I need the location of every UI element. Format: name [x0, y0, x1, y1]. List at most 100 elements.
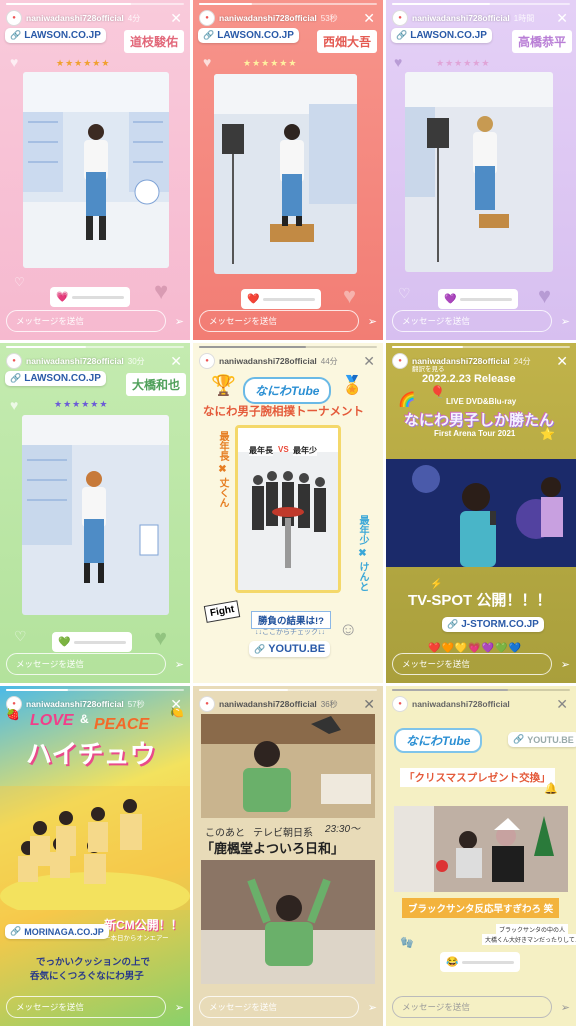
username[interactable]: naniwadanshi728official: [26, 699, 124, 709]
heart-icon: ♥: [203, 54, 212, 70]
story-header: ● naniwadanshi728official 57秒 ✕: [6, 695, 184, 713]
link-sticker[interactable]: 🔗 YOUTU.BE: [508, 732, 576, 747]
slider-track[interactable]: [263, 297, 315, 301]
message-input[interactable]: メッセージを送信: [6, 996, 166, 1018]
close-icon[interactable]: ✕: [556, 9, 568, 27]
story-live-dvd[interactable]: ● naniwadanshi728official 24分 ✕ 翻訳を見る 20…: [386, 343, 576, 683]
send-icon[interactable]: ➢: [175, 315, 184, 328]
story-michieda[interactable]: ● naniwadanshi728official 4分 ✕ 🔗 LAWSON.C…: [0, 0, 190, 340]
story-rokufudo[interactable]: ● naniwadanshi728official 36秒 ✕ このあと テレビ…: [193, 686, 383, 1026]
story-takahashi[interactable]: ● naniwadanshi728official 1時間 ✕ 🔗 LAWSON.…: [386, 0, 576, 340]
member-photo: [214, 74, 357, 274]
member-photo: [23, 72, 169, 268]
story-christmas[interactable]: ● naniwadanshi728official ✕ なにわTube 🔗 YOU…: [386, 686, 576, 1026]
story-ohashi[interactable]: ● naniwadanshi728official 30分 ✕ 🔗 LAWSON.…: [0, 343, 190, 683]
username[interactable]: naniwadanshi728official: [26, 356, 124, 366]
link-sticker[interactable]: 🔗 J-STORM.CO.JP: [442, 617, 544, 632]
close-icon[interactable]: ✕: [556, 352, 568, 370]
message-input[interactable]: メッセージを送信: [199, 310, 359, 332]
send-icon[interactable]: ➢: [561, 1001, 570, 1014]
message-input[interactable]: メッセージを送信: [392, 996, 552, 1018]
link-sticker[interactable]: 🔗 LAWSON.CO.JP: [5, 371, 106, 386]
avatar[interactable]: ●: [392, 696, 408, 712]
drama-photo-bottom: [201, 860, 375, 984]
rating-stars: ★★★★★★: [56, 58, 111, 68]
result-sublabel: ↓↓ここからチェック↓↓: [255, 629, 325, 636]
close-icon[interactable]: ✕: [170, 9, 182, 27]
story-nishihata[interactable]: ● naniwadanshi728official 53秒 ✕ 🔗 LAWSON.…: [193, 0, 383, 340]
username[interactable]: naniwadanshi728official: [219, 13, 317, 23]
rating-stars: ★★★★★★: [54, 399, 109, 409]
message-input[interactable]: メッセージを送信: [6, 310, 166, 332]
story-header: ● naniwadanshi728official 4分 ✕: [6, 9, 184, 27]
username[interactable]: naniwadanshi728official: [219, 356, 317, 366]
story-header: ● naniwadanshi728official 44分 ✕: [199, 352, 377, 370]
slider-track[interactable]: [74, 640, 126, 644]
release-title: なにわ男子しか勝たん: [404, 412, 555, 429]
message-input[interactable]: メッセージを送信: [6, 653, 166, 675]
progress-bar: [392, 346, 570, 348]
emoji-slider[interactable]: 💗: [50, 287, 130, 307]
translate-link[interactable]: 翻訳を見る: [412, 363, 445, 373]
link-sticker[interactable]: 🔗 LAWSON.CO.JP: [391, 28, 492, 43]
story-hi-chew[interactable]: ● naniwadanshi728official 57秒 ✕ 🍓 LOVE &…: [0, 686, 190, 1026]
rating-stars: ★★★★★★: [436, 58, 491, 68]
slider-track[interactable]: [72, 295, 124, 299]
emoji-slider[interactable]: ❤️: [241, 289, 321, 309]
heart-icon: ♡: [14, 628, 27, 644]
timestamp: 44分: [320, 356, 338, 366]
close-icon[interactable]: ✕: [170, 352, 182, 370]
username[interactable]: naniwadanshi728official: [26, 13, 124, 23]
message-input[interactable]: メッセージを送信: [392, 310, 552, 332]
send-icon[interactable]: ➢: [175, 1001, 184, 1014]
new-cm-label: 新CM公開！！: [104, 918, 183, 932]
balloon-icon: 🎈: [430, 385, 445, 399]
close-icon[interactable]: ✕: [363, 9, 375, 27]
story-naniwatube-armwrestling[interactable]: ● naniwadanshi728official 44分 ✕ 🏆 🏅 なにわT…: [193, 343, 383, 683]
after-label: このあと: [205, 828, 245, 839]
slider-track[interactable]: [462, 960, 514, 964]
story-header: ● naniwadanshi728official 30分 ✕: [6, 352, 184, 370]
close-icon[interactable]: ✕: [556, 695, 568, 713]
product-name: ハイチュウ: [26, 739, 156, 769]
link-sticker[interactable]: 🔗 YOUTU.BE: [249, 641, 331, 657]
oldest-tag: 最年長 ✖ 丈くん: [217, 431, 228, 508]
message-input[interactable]: メッセージを送信: [392, 653, 552, 675]
emoji-slider[interactable]: 💜: [438, 289, 518, 309]
close-icon[interactable]: ✕: [363, 695, 375, 713]
link-sticker[interactable]: 🔗 LAWSON.CO.JP: [5, 28, 106, 43]
send-icon[interactable]: ➢: [368, 1001, 377, 1014]
avatar[interactable]: ●: [392, 353, 408, 369]
link-label: LAWSON.CO.JP: [410, 30, 487, 41]
member-name: 高橋恭平: [511, 30, 572, 53]
avatar[interactable]: ●: [6, 353, 22, 369]
close-icon[interactable]: ✕: [363, 352, 375, 370]
avatar[interactable]: ●: [6, 10, 22, 26]
slider-track[interactable]: [460, 297, 512, 301]
link-label: YOUTU.BE: [268, 643, 326, 655]
tv-spot-label: TV-SPOT 公開！！！: [408, 592, 552, 609]
trophy-icon: 🏆: [211, 375, 236, 397]
link-sticker[interactable]: 🔗 LAWSON.CO.JP: [198, 28, 299, 43]
progress-bar: [199, 346, 377, 348]
send-icon[interactable]: ➢: [175, 658, 184, 671]
story-header: ● naniwadanshi728official 53秒 ✕: [199, 9, 377, 27]
message-input[interactable]: メッセージを送信: [199, 996, 359, 1018]
emoji-slider[interactable]: 💚: [52, 632, 132, 652]
caption-line-2: 呑気にくつろぐなにわ男子: [30, 971, 144, 982]
send-icon[interactable]: ➢: [368, 315, 377, 328]
link-sticker[interactable]: 🔗 MORINAGA.CO.JP: [5, 924, 109, 939]
avatar[interactable]: ●: [199, 353, 215, 369]
send-icon[interactable]: ➢: [561, 315, 570, 328]
emoji-slider[interactable]: 😂: [440, 952, 520, 972]
username[interactable]: naniwadanshi728official: [412, 13, 510, 23]
avatar[interactable]: ●: [199, 10, 215, 26]
avatar[interactable]: ●: [199, 696, 215, 712]
send-icon[interactable]: ➢: [561, 658, 570, 671]
username[interactable]: naniwadanshi728official: [219, 699, 317, 709]
avatar[interactable]: ●: [392, 10, 408, 26]
link-label: LAWSON.CO.JP: [24, 30, 101, 41]
program-title: 「鹿楓堂よついろ日和」: [201, 841, 345, 856]
tour-name: First Arena Tour 2021: [434, 429, 516, 438]
username[interactable]: naniwadanshi728official: [412, 699, 510, 709]
